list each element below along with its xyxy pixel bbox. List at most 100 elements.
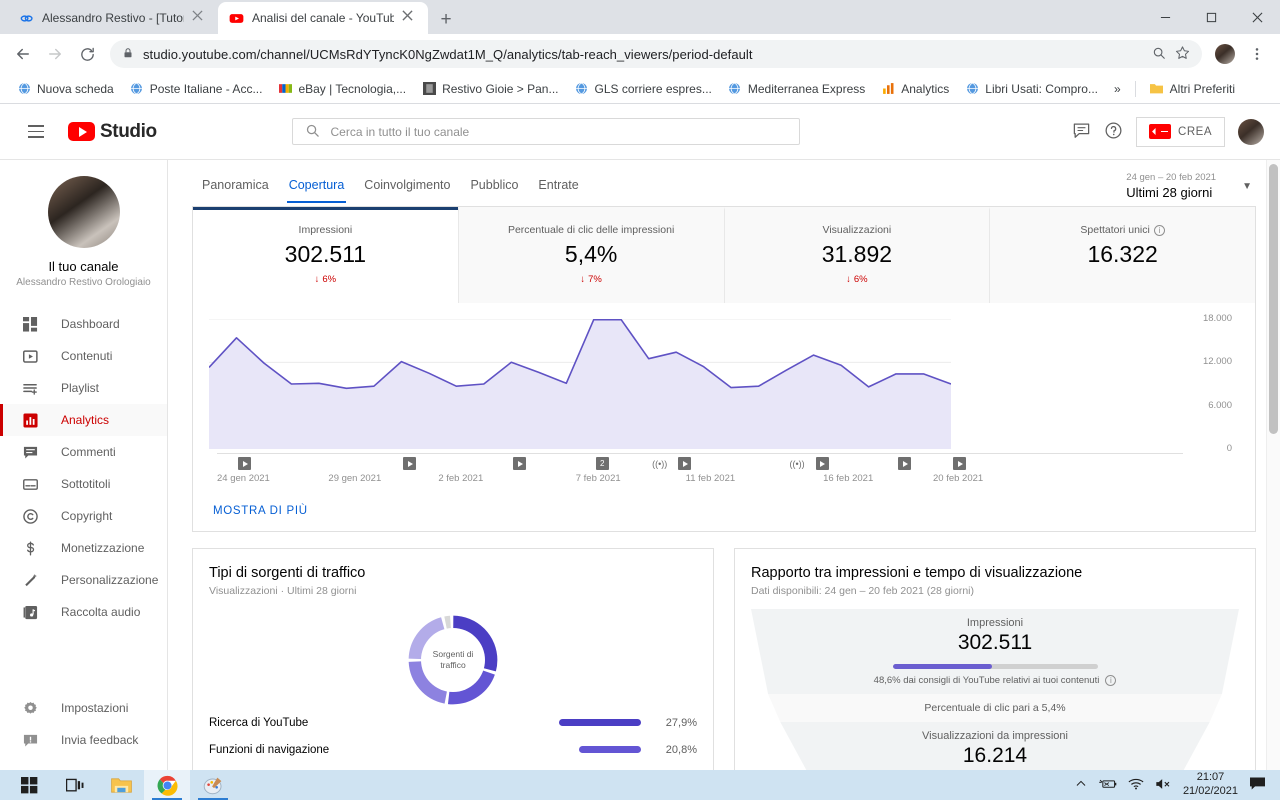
address-bar-url: studio.youtube.com/channel/UCMsRdYTyncK0…: [143, 46, 753, 62]
sidebar-item-impostazioni[interactable]: Impostazioni: [0, 692, 167, 724]
browser-tab-1[interactable]: Alessandro Restivo - [Tutorial e R: [8, 2, 218, 34]
video-marker-icon[interactable]: [238, 457, 252, 470]
maximize-button[interactable]: [1188, 1, 1234, 33]
video-marker-icon[interactable]: [513, 457, 527, 470]
reload-icon[interactable]: [72, 39, 102, 69]
other-bookmarks-folder[interactable]: Altri Preferiti: [1143, 79, 1242, 99]
date-range-preset: Ultimi 28 giorni: [1126, 185, 1213, 200]
chevron-down-icon[interactable]: ▼: [1242, 181, 1252, 192]
sidebar-item-analytics[interactable]: Analytics: [0, 404, 167, 436]
analytics-icon: [22, 412, 39, 429]
metric-card-spettatori-unici[interactable]: Spettatori unici i 16.322: [989, 207, 1255, 303]
notification-icon[interactable]: [1249, 776, 1266, 794]
back-icon[interactable]: [8, 39, 38, 69]
traffic-source-row[interactable]: Ricerca di YouTube 27,9%: [209, 709, 697, 736]
sidebar-item-playlist[interactable]: Playlist: [0, 372, 167, 404]
youtube-studio-app: Studio Cerca in tutto il tuo canale CREA: [0, 104, 1280, 770]
forward-icon[interactable]: [40, 39, 70, 69]
taskbar-clock[interactable]: 21:07 21/02/2021: [1183, 771, 1238, 799]
account-avatar[interactable]: [1238, 118, 1264, 145]
video-marker-icon[interactable]: [898, 457, 912, 470]
info-icon[interactable]: i: [1153, 224, 1165, 236]
chart-x-axis: 24 gen 2021 29 gen 2021 2 feb 2021 7 feb 20…: [217, 473, 1183, 489]
start-button[interactable]: [6, 770, 52, 800]
sidebar-item-copyright[interactable]: Copyright: [0, 500, 167, 532]
sidebar-item-dashboard[interactable]: Dashboard: [0, 308, 167, 340]
bookmark-item[interactable]: GLS corriere espres...: [567, 79, 718, 99]
new-tab-button[interactable]: +: [432, 6, 460, 34]
bookmark-label: Poste Italiane - Acc...: [149, 81, 263, 96]
tab-entrate[interactable]: Entrate: [528, 172, 588, 203]
bookmark-star-icon[interactable]: [1175, 45, 1190, 63]
metric-card-ctr[interactable]: Percentuale di clic delle impressioni 5,…: [457, 207, 724, 303]
close-button[interactable]: [1234, 1, 1280, 33]
browser-tab-2[interactable]: Analisi del canale - YouTube Stud: [218, 2, 428, 34]
chrome-taskbar-button[interactable]: [144, 770, 190, 800]
bookmark-item[interactable]: Poste Italiane - Acc...: [123, 79, 270, 99]
search-icon[interactable]: [1152, 46, 1166, 63]
feedback-icon[interactable]: [1072, 121, 1091, 143]
video-marker-icon[interactable]: [678, 457, 692, 470]
wifi-icon[interactable]: [1128, 777, 1144, 794]
sidebar-item-raccolta-audio[interactable]: Raccolta audio: [0, 596, 167, 628]
info-icon[interactable]: i: [1105, 675, 1117, 686]
close-icon[interactable]: [402, 10, 418, 26]
traffic-source-name: Ricerca di YouTube: [209, 716, 309, 729]
sidebar-item-commenti[interactable]: Commenti: [0, 436, 167, 468]
bookmark-label: eBay | Tecnologia,...: [298, 81, 407, 96]
profile-avatar[interactable]: [1210, 39, 1240, 69]
funnel-note-text: 48,6% dai consigli di YouTube relativi a…: [873, 675, 1100, 686]
live-marker-icon[interactable]: ((•)): [788, 457, 806, 470]
volume-icon[interactable]: [1155, 777, 1172, 794]
bookmarks-overflow-button[interactable]: »: [1107, 79, 1128, 99]
battery-icon[interactable]: [1098, 777, 1117, 794]
tab-copertura[interactable]: Copertura: [279, 172, 355, 203]
bookmark-item[interactable]: Libri Usati: Compro...: [958, 79, 1105, 99]
video-marker-icon[interactable]: [403, 457, 417, 470]
address-bar[interactable]: studio.youtube.com/channel/UCMsRdYTyncK0…: [110, 40, 1202, 68]
chrome-menu-icon[interactable]: [1242, 39, 1272, 69]
search-input[interactable]: Cerca in tutto il tuo canale: [292, 118, 801, 145]
video-marker-icon[interactable]: [815, 457, 829, 470]
sidebar-item-contenuti[interactable]: Contenuti: [0, 340, 167, 372]
traffic-source-row[interactable]: Video consigliati20,6%: [209, 763, 697, 770]
tab-panoramica[interactable]: Panoramica: [192, 172, 279, 203]
date-range-selector[interactable]: 24 gen – 20 feb 2021 Ultimi 28 giorni ▼: [1126, 172, 1256, 200]
donut-chart[interactable]: Sorgenti di traffico: [404, 611, 502, 709]
close-icon[interactable]: [192, 10, 208, 26]
create-button[interactable]: CREA: [1136, 116, 1225, 147]
bookmark-item[interactable]: Nuova scheda: [10, 79, 121, 99]
tab-pubblico[interactable]: Pubblico: [460, 172, 528, 203]
bookmark-item[interactable]: Mediterranea Express: [721, 79, 872, 99]
traffic-source-pct: 20,8%: [665, 743, 697, 756]
show-more-button[interactable]: MOSTRA DI PIÙ: [193, 495, 1255, 531]
metric-card-visualizzazioni[interactable]: Visualizzazioni 31.892 ↓ 6%: [723, 207, 990, 303]
video-marker-icon[interactable]: [953, 457, 966, 470]
page-scrollbar[interactable]: [1266, 160, 1280, 770]
metric-card-impressioni[interactable]: Impressioni 302.511 ↓ 6%: [193, 207, 458, 303]
traffic-source-row[interactable]: Funzioni di navigazione 20,8%: [209, 736, 697, 763]
sidebar-item-monetizzazione[interactable]: Monetizzazione: [0, 532, 167, 564]
bookmark-item[interactable]: eBay | Tecnologia,...: [271, 79, 413, 99]
bookmark-item[interactable]: Restivo Gioie > Pan...: [415, 79, 565, 99]
sidebar-item-invia-feedback[interactable]: Invia feedback: [0, 724, 167, 756]
task-view-button[interactable]: [52, 770, 98, 800]
clock-date: 21/02/2021: [1182, 785, 1238, 797]
tab-coinvolgimento[interactable]: Coinvolgimento: [354, 172, 460, 203]
minimize-button[interactable]: [1142, 1, 1188, 33]
help-icon[interactable]: [1104, 121, 1123, 143]
paint-taskbar-button[interactable]: [190, 770, 236, 800]
menu-icon[interactable]: [16, 112, 56, 152]
file-explorer-button[interactable]: [98, 770, 144, 800]
bookmark-item[interactable]: Analytics: [874, 79, 956, 99]
sidebar-item-personalizzazione[interactable]: Personalizzazione: [0, 564, 167, 596]
studio-logo[interactable]: Studio: [68, 121, 157, 143]
sidebar-item-sottotitoli[interactable]: Sottotitoli: [0, 468, 167, 500]
chevron-up-icon[interactable]: [1075, 778, 1087, 793]
recommendation-bar: [892, 664, 1098, 669]
chart-event-markers: 2 ((•)) ((•)): [217, 453, 1183, 470]
scrollbar-thumb[interactable]: [1269, 164, 1278, 434]
video-marker-icon[interactable]: 2: [595, 457, 609, 470]
live-marker-icon[interactable]: ((•)): [651, 457, 669, 470]
sidebar-item-label: Copyright: [61, 509, 113, 523]
